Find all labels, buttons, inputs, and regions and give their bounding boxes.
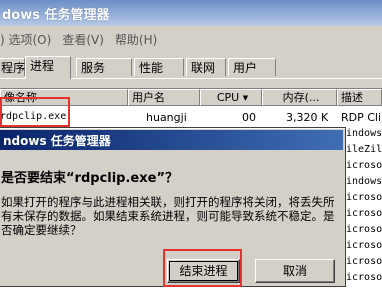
row-user-name: huangji	[146, 111, 187, 124]
window-titlebar[interactable]: dows 任务管理器	[0, 0, 382, 26]
list-item: icroso	[346, 192, 382, 203]
column-header-image-name[interactable]: 像名称	[0, 89, 128, 106]
list-item: icroso	[346, 272, 382, 283]
dialog-question: 是否要结束“rdpclip.exe”？	[1, 171, 178, 186]
row-memory: 3,320 K	[286, 111, 329, 124]
tab-strip: 程序 进程 服务 性能 联网 用户	[0, 56, 382, 79]
list-item: icroso	[346, 224, 382, 235]
row-cpu: 00	[242, 111, 256, 124]
list-item: icroso	[346, 208, 382, 219]
cancel-button[interactable]: 取消	[255, 259, 335, 283]
tab-applications[interactable]: 程序	[0, 58, 25, 76]
column-header-memory[interactable]: 内存(...	[262, 89, 337, 106]
menu-item-view[interactable]: 查看(V)	[62, 31, 104, 48]
list-item: indows	[346, 176, 382, 187]
window-title: dows 任务管理器	[2, 7, 110, 23]
list-item: icroso	[346, 256, 382, 267]
description-column-list: indows ileZil icroso indows icroso icros…	[346, 126, 382, 286]
list-item: ileZil	[346, 144, 382, 155]
list-item: indows	[346, 128, 382, 139]
tab-processes[interactable]: 进程	[25, 56, 71, 79]
row-description: RDP Cli	[341, 111, 382, 124]
cpu-header-label: CPU	[216, 91, 240, 104]
dialog-message: 如果打开的程序与此进程相关联，则打开的程序将关闭，将丢失所有未保存的数据。如果结…	[1, 195, 335, 237]
tab-users[interactable]: 用户	[228, 58, 276, 76]
menu-bar: ) 选项(O) 查看(V) 帮助(H)	[0, 29, 382, 49]
column-header-cpu[interactable]: CPU ▼	[200, 89, 262, 106]
dialog-title: ndows 任务管理器	[3, 133, 111, 148]
tab-services[interactable]: 服务	[76, 58, 132, 76]
dialog-titlebar[interactable]: ndows 任务管理器	[0, 130, 343, 150]
menu-item-help[interactable]: 帮助(H)	[115, 31, 157, 48]
sort-arrow-icon: ▼	[242, 94, 249, 102]
row-image-name[interactable]: rdpclip.exe	[0, 111, 66, 122]
menu-item-options[interactable]: ) 选项(O)	[0, 31, 51, 48]
tab-networking[interactable]: 联网	[186, 58, 226, 76]
list-item: icroso	[346, 160, 382, 171]
end-process-button[interactable]: 结束进程	[167, 259, 240, 283]
column-header-user-name[interactable]: 用户名	[128, 89, 200, 106]
column-header-description[interactable]: 描述	[337, 89, 382, 106]
list-item: icroso	[346, 240, 382, 251]
tab-performance[interactable]: 性能	[134, 58, 184, 76]
